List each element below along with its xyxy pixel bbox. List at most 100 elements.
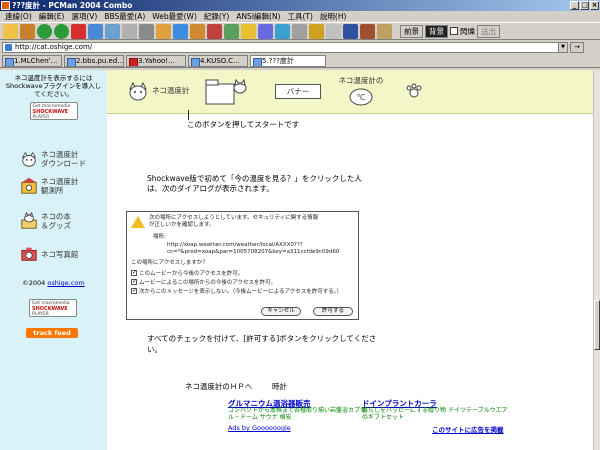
tab-label: 5.???度計: [262, 57, 294, 65]
shockwave-badge-bottom[interactable]: Get macromedia SHOCKWAVE PLAYER: [29, 299, 77, 317]
paste-icon[interactable]: [139, 23, 154, 39]
folder-icon[interactable]: [202, 76, 250, 106]
favorites-icon[interactable]: [156, 23, 171, 39]
nav-label: ネコ温度計: [152, 86, 190, 95]
sidebar-label-b: ダウンロード: [41, 159, 86, 168]
tab-mlchen[interactable]: 1.MLChen'...: [2, 55, 62, 67]
menu-bbs-favorites[interactable]: BBS最愛(A): [102, 11, 147, 22]
menu-bar: 連線(O) 編輯(E) 選項(V) BBS最愛(A) Web最愛(W) 紀錄(Y…: [0, 11, 600, 22]
checkbox-checked: [131, 287, 137, 294]
search-icon[interactable]: [173, 23, 188, 39]
sidebar-label-a: ネコ写真館: [41, 249, 79, 259]
note-icon[interactable]: [326, 23, 341, 39]
ads-by-google-link[interactable]: Ads by Goooooogle: [228, 424, 291, 432]
dialog-warn-line2: が正しいかを確認します。: [149, 222, 215, 228]
app-icon: [1, 1, 10, 10]
tab-label: 1.MLChen'...: [14, 57, 58, 65]
sun-icon[interactable]: [241, 23, 256, 39]
window-title-bar[interactable]: ???度計 - PCMan 2004 Combo _ □ ×: [0, 0, 600, 11]
home-icon[interactable]: [105, 23, 120, 39]
sidebar-item-download[interactable]: ネコ温度計 ダウンロード: [20, 150, 86, 168]
checkbox-checked: [131, 269, 137, 276]
window-title: ???度計 - PCMan 2004 Combo: [12, 1, 133, 10]
badge-player: PLAYER: [32, 312, 49, 317]
new-connection-icon[interactable]: [3, 23, 18, 39]
oshige-link[interactable]: oshige.com: [47, 279, 84, 287]
sidebar-item-books[interactable]: ネコの本 ＆グッズ: [20, 212, 71, 230]
shockwave-badge-top[interactable]: Get macromedia SHOCKWAVE PLAYER: [29, 102, 78, 120]
keyboard-icon[interactable]: [258, 23, 273, 39]
blink-checkbox[interactable]: [450, 27, 458, 35]
shockwave-para-1: Shockwave版で初めて「今の温度を見る？」をクリックした人: [147, 174, 362, 183]
tools-icon[interactable]: [360, 23, 375, 39]
tab-label: 4.KUSO.C...: [200, 57, 240, 65]
camera-icon: [21, 247, 37, 261]
menu-options[interactable]: 選項(V): [69, 11, 99, 22]
time-caption: 時計: [272, 382, 287, 391]
dialog-field-label: 場所:: [153, 234, 166, 240]
menu-connect[interactable]: 連線(O): [3, 11, 34, 22]
menu-edit[interactable]: 編輯(E): [37, 11, 67, 22]
sidebar-item-photos[interactable]: ネコ写真館: [20, 245, 78, 263]
go-button[interactable]: →: [570, 42, 584, 53]
foreground-color-button[interactable]: 前景: [400, 24, 423, 38]
site-header: ネコ温度計 バナー ネコ温度計の ℃: [107, 70, 600, 114]
menu-web-favorites[interactable]: Web最愛(W): [150, 11, 199, 22]
option-label: このムービーから今後のアクセスを許可。: [139, 271, 244, 277]
nav-neko-ondokei-no[interactable]: ネコ温度計の ℃: [335, 76, 387, 107]
url-input[interactable]: http://cat.oshige.com/ ▼: [2, 42, 568, 53]
tab-label: 2.bbs.pu.ed...: [76, 57, 124, 65]
cat-icon: [129, 81, 147, 101]
tab-yahoo[interactable]: 3.Yahoo!...: [126, 55, 186, 67]
copyright-text: ©2004: [22, 279, 46, 287]
scrollbar-thumb[interactable]: [594, 300, 600, 350]
sidebar-label-b: ＆グッズ: [41, 221, 71, 230]
address-bar: http://cat.oshige.com/ ▼ →: [0, 41, 600, 54]
copy-icon[interactable]: [122, 23, 137, 39]
settings-icon[interactable]: [190, 23, 205, 39]
url-text: http://cat.oshige.com/: [15, 43, 93, 51]
music-icon[interactable]: [224, 23, 239, 39]
dialog-question: この場所にアクセスしますか？: [131, 260, 208, 266]
print-icon[interactable]: [292, 23, 307, 39]
minimize-button[interactable]: _: [570, 1, 579, 10]
vertical-scrollbar[interactable]: [593, 70, 600, 450]
svg-text:℃: ℃: [357, 93, 366, 102]
lock-icon[interactable]: [207, 23, 222, 39]
menu-tools[interactable]: 工具(T): [286, 11, 315, 22]
url-dropdown-icon[interactable]: ▼: [558, 43, 567, 52]
tab-kuso[interactable]: 4.KUSO.C...: [188, 55, 248, 67]
background-color-button[interactable]: 背景: [425, 24, 448, 38]
pawprint-icon[interactable]: [405, 82, 423, 100]
close-button[interactable]: ×: [590, 1, 599, 10]
forward-icon[interactable]: [54, 23, 69, 39]
address-book-icon[interactable]: [20, 23, 35, 39]
trackfeed-badge[interactable]: track feed: [26, 328, 78, 338]
menu-ansi-edit[interactable]: ANSI編輯(N): [234, 11, 282, 22]
pointer-line: [188, 110, 189, 120]
stop-icon[interactable]: [71, 23, 86, 39]
tab-bbs-pu[interactable]: 2.bbs.pu.ed...: [64, 55, 124, 67]
help-icon[interactable]: [343, 23, 358, 39]
sidebar-label-b: 観測所: [41, 186, 64, 195]
sidebar-item-observatory[interactable]: ネコ温度計 観測所: [20, 177, 78, 195]
nav-banner[interactable]: バナー: [275, 84, 321, 99]
send-button[interactable]: 送出: [477, 24, 500, 38]
tab-neko-ondokei[interactable]: 5.???度計: [250, 55, 326, 67]
folder-icon[interactable]: [309, 23, 324, 39]
chat-icon[interactable]: [275, 23, 290, 39]
check-para-2: い。: [147, 345, 162, 354]
advertise-link[interactable]: このサイトに広告を掲載: [432, 424, 504, 434]
dialog-warn-line1: 次の場所にアクセスしようとしています。セキュリティに関する情報: [149, 215, 319, 221]
refresh-icon[interactable]: [88, 23, 103, 39]
menu-history[interactable]: 紀錄(Y): [202, 11, 231, 22]
emoticon-icon[interactable]: [377, 23, 392, 39]
dialog-option-2: ムービーによるこの場所からの今後のアクセスを許可。: [131, 278, 276, 286]
maximize-button[interactable]: □: [580, 1, 589, 10]
cat-icon: [21, 151, 37, 167]
security-dialog-image: 次の場所にアクセスしようとしています。セキュリティに関する情報 が正しいかを確認…: [126, 211, 359, 320]
menu-help[interactable]: 說明(H): [318, 11, 349, 22]
back-icon[interactable]: [37, 23, 52, 39]
option-label: 次からこのメッセージを表示しない。（今後ムービーによるアクセスを許可する。）: [139, 289, 342, 295]
clock-icon: ℃: [349, 88, 373, 106]
